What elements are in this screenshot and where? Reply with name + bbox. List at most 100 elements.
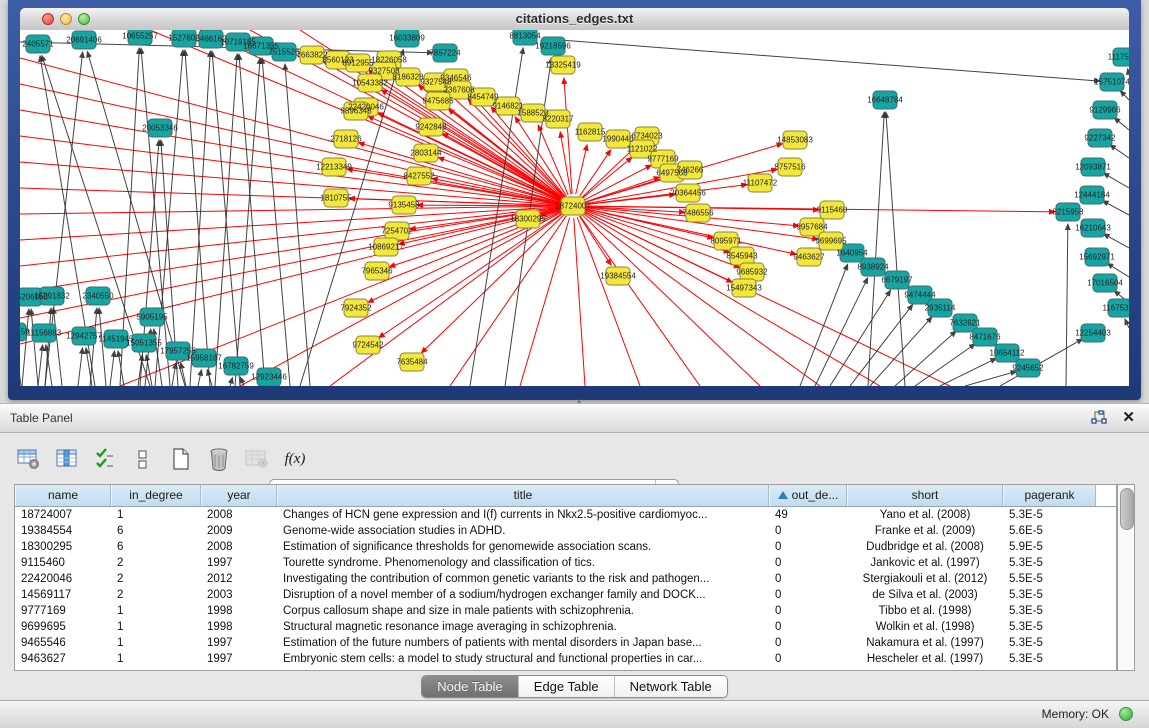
delete-table-icon[interactable] xyxy=(206,447,232,471)
graph-node[interactable] xyxy=(541,37,565,55)
graph-node[interactable] xyxy=(226,33,250,51)
table-scrollbar[interactable] xyxy=(1117,484,1135,671)
graph-node[interactable] xyxy=(546,110,570,128)
graph-node[interactable] xyxy=(433,44,457,62)
graph-edge[interactable] xyxy=(560,40,1100,81)
graph-node[interactable] xyxy=(783,131,807,149)
graph-node[interactable] xyxy=(676,184,700,202)
column-header-name[interactable]: name xyxy=(15,485,111,506)
graph-edge[interactable] xyxy=(965,371,1016,386)
graph-edge[interactable] xyxy=(1125,319,1129,328)
graph-node[interactable] xyxy=(820,201,844,219)
splitter-grip-icon[interactable]: ▴ xyxy=(575,398,584,403)
graph-node[interactable] xyxy=(358,74,382,92)
column-header-short[interactable]: short xyxy=(847,485,1003,506)
graph-edge[interactable] xyxy=(582,145,638,198)
table-row[interactable]: 969969511998Structural magnetic resonanc… xyxy=(15,619,1116,635)
table-settings-icon[interactable] xyxy=(16,447,42,471)
column-visibility-icon[interactable] xyxy=(54,447,80,471)
graph-edge[interactable] xyxy=(78,348,83,386)
graph-node[interactable] xyxy=(356,336,380,354)
graph-edge[interactable] xyxy=(1103,234,1129,248)
graph-edge[interactable] xyxy=(235,58,260,386)
graph-edge[interactable] xyxy=(886,112,905,386)
graph-node[interactable] xyxy=(778,158,802,176)
graph-node[interactable] xyxy=(606,267,630,285)
graph-edge[interactable] xyxy=(190,51,210,386)
graph-node[interactable] xyxy=(1081,158,1105,176)
graph-edge[interactable] xyxy=(815,278,868,386)
graph-node[interactable] xyxy=(20,288,42,306)
graph-node[interactable] xyxy=(521,104,545,122)
deselect-all-icon[interactable] xyxy=(130,447,156,471)
graph-node[interactable] xyxy=(1085,248,1109,266)
graph-node[interactable] xyxy=(257,368,281,386)
graph-node[interactable] xyxy=(374,238,398,256)
graph-node[interactable] xyxy=(496,97,520,115)
graph-node[interactable] xyxy=(1081,324,1105,342)
graph-node[interactable] xyxy=(426,92,450,110)
graph-edge[interactable] xyxy=(1103,201,1129,215)
graph-node[interactable] xyxy=(861,258,885,276)
graph-node[interactable] xyxy=(995,344,1019,362)
graph-edge[interactable] xyxy=(110,351,114,386)
table-row[interactable]: 1872400712008Changes of HCN gene express… xyxy=(15,507,1116,523)
graph-node[interactable] xyxy=(249,37,273,55)
graph-node[interactable] xyxy=(561,197,585,215)
graph-node[interactable] xyxy=(928,299,952,317)
graph-node[interactable] xyxy=(1080,186,1104,204)
graph-node[interactable] xyxy=(272,43,296,61)
window-titlebar[interactable]: citations_edges.txt xyxy=(20,8,1129,31)
graph-edge[interactable] xyxy=(20,58,561,203)
tab-edge-table[interactable]: Edge Table xyxy=(518,676,614,697)
graph-node[interactable] xyxy=(819,232,843,250)
graph-node[interactable] xyxy=(148,119,172,137)
network-graph[interactable]: 1872400724055712069140610655257152760264… xyxy=(20,30,1129,386)
graph-node[interactable] xyxy=(72,31,96,49)
graph-node[interactable] xyxy=(20,323,26,341)
graph-node[interactable] xyxy=(344,299,368,317)
graph-node[interactable] xyxy=(1100,73,1124,91)
graph-node[interactable] xyxy=(578,123,602,141)
graph-node[interactable] xyxy=(732,279,756,297)
graph-edge[interactable] xyxy=(20,110,561,204)
graph-node[interactable] xyxy=(840,244,864,262)
graph-edge[interactable] xyxy=(560,132,571,194)
graph-node[interactable] xyxy=(199,30,223,48)
table-panel-header[interactable]: ▴ Table Panel ✕ xyxy=(0,404,1149,433)
graph-edge[interactable] xyxy=(520,218,570,386)
graph-node[interactable] xyxy=(346,54,370,72)
graph-edge[interactable] xyxy=(20,206,561,214)
graph-edge[interactable] xyxy=(20,344,21,386)
graph-node[interactable] xyxy=(1108,299,1129,317)
graph-edge[interactable] xyxy=(38,345,43,386)
tab-network-table[interactable]: Network Table xyxy=(614,676,727,697)
graph-node[interactable] xyxy=(551,56,575,74)
graph-node[interactable] xyxy=(973,328,997,346)
graph-node[interactable] xyxy=(166,342,190,360)
graph-node[interactable] xyxy=(334,130,358,148)
float-panel-icon[interactable] xyxy=(1091,410,1107,426)
graph-node[interactable] xyxy=(1093,101,1117,119)
graph-edge[interactable] xyxy=(20,207,561,240)
graph-node[interactable] xyxy=(1113,48,1129,66)
graph-node[interactable] xyxy=(471,88,495,106)
tab-node-table[interactable]: Node Table xyxy=(422,676,518,697)
graph-node[interactable] xyxy=(72,327,96,345)
graph-node[interactable] xyxy=(322,158,346,176)
table-row[interactable]: 911546021997Tourette syndrome. Phenomeno… xyxy=(15,555,1116,571)
graph-node[interactable] xyxy=(513,30,537,45)
graph-node[interactable] xyxy=(86,287,110,305)
graph-edge[interactable] xyxy=(1114,118,1129,130)
graph-edge[interactable] xyxy=(582,157,632,198)
graph-edge[interactable] xyxy=(1103,173,1129,188)
graph-node[interactable] xyxy=(365,262,389,280)
graph-node[interactable] xyxy=(344,102,368,120)
select-all-icon[interactable] xyxy=(92,447,118,471)
graph-node[interactable] xyxy=(396,68,420,86)
table-row[interactable]: 1830029562008Estimation of significance … xyxy=(15,539,1116,555)
table-row[interactable]: 1456911722003Disruption of a novel membe… xyxy=(15,587,1116,603)
graph-node[interactable] xyxy=(140,308,164,326)
graph-edge[interactable] xyxy=(262,58,290,386)
graph-edge[interactable] xyxy=(285,64,310,386)
